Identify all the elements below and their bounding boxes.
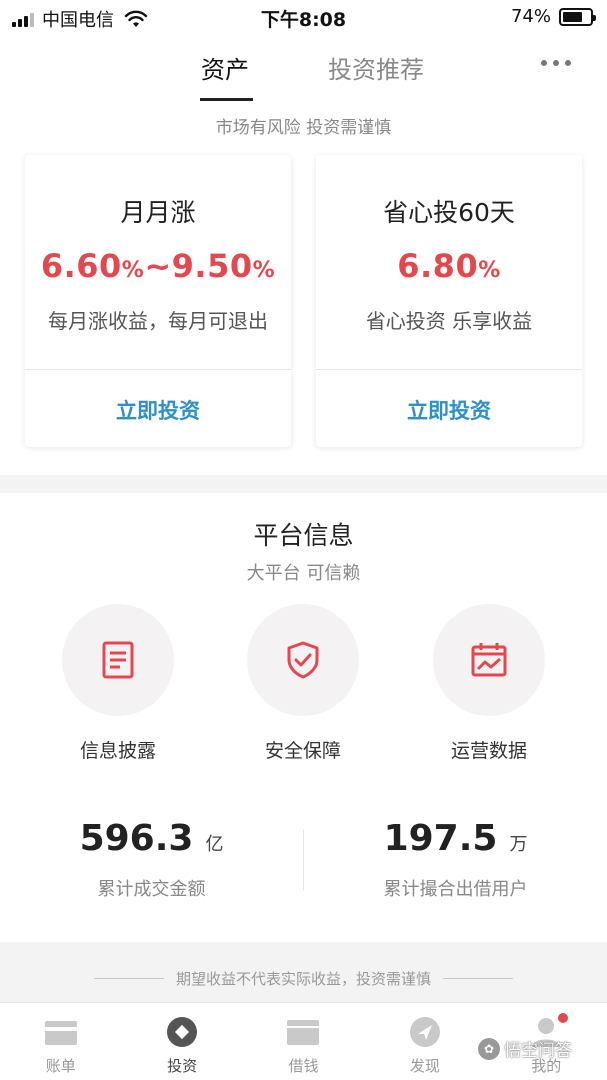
nav-label: 发现 [409, 1057, 440, 1075]
card-divider [316, 369, 582, 370]
calendar-chart-icon [471, 643, 507, 677]
product-title: 省心投60天 [383, 198, 515, 227]
stat-value: 596.3 [79, 818, 194, 859]
feature-circle[interactable] [433, 604, 545, 716]
product-rate: 6.60%~9.50% [25, 247, 291, 285]
platform-info-subtitle: 大平台 可信赖 [246, 563, 361, 584]
invest-now-button[interactable]: 立即投资 [316, 395, 582, 425]
rate-value-max: 9.50 [171, 247, 253, 285]
card-divider [25, 369, 291, 370]
disclaimer-line-right [443, 978, 513, 979]
product-card-shengxintou[interactable]: 省心投60天 6.80% 省心投资 乐享收益 立即投资 [316, 155, 582, 447]
notification-badge [557, 1013, 568, 1023]
watermark: ✿ 悟空问答 [478, 1036, 572, 1061]
feature-operation-data[interactable]: 运营数据 [433, 604, 545, 763]
rate-separator: ~ [144, 247, 172, 285]
status-bar: 中国电信 下午8:08 74% [0, 0, 607, 34]
nav-label: 账单 [45, 1057, 76, 1075]
section-separator [0, 475, 607, 493]
active-tab-underline [200, 98, 253, 101]
product-card-yueyuezhang[interactable]: 月月涨 6.60%~9.50% 每月涨收益，每月可退出 立即投资 [25, 155, 291, 447]
rate-value: 6.60 [40, 247, 122, 285]
rate-value: 6.80 [397, 247, 479, 285]
platform-info-title: 平台信息 [253, 521, 354, 550]
feature-label: 信息披露 [79, 740, 156, 762]
stat-label: 累计成交金额 [97, 879, 206, 900]
stat-value-row: 197.5 万 [304, 818, 607, 859]
tab-investment-recommendation[interactable]: 投资推荐 [328, 50, 424, 85]
disclaimer: 期望收益不代表实际收益，投资需谨慎 [0, 968, 607, 989]
document-icon [102, 641, 134, 679]
stat-unit: 万 [509, 834, 528, 855]
nav-label: 借钱 [288, 1057, 319, 1075]
more-icon[interactable] [541, 60, 571, 66]
shield-check-icon [287, 641, 319, 679]
product-description: 省心投资 乐享收益 [365, 309, 533, 333]
stat-unit: 亿 [205, 834, 224, 855]
watermark-text: 悟空问答 [504, 1041, 572, 1061]
disclaimer-text: 期望收益不代表实际收益，投资需谨慎 [175, 970, 431, 988]
product-title: 月月涨 [120, 198, 196, 227]
stat-label: 累计撮合出借用户 [383, 879, 528, 900]
invest-now-button[interactable]: 立即投资 [25, 395, 291, 425]
battery-fill [563, 11, 583, 22]
product-rate: 6.80% [316, 247, 582, 285]
wallet-icon [243, 1015, 364, 1049]
feature-circle[interactable] [247, 604, 359, 716]
tab-assets[interactable]: 资产 [201, 50, 249, 85]
product-description: 每月涨收益，每月可退出 [48, 309, 268, 333]
nav-label: 投资 [167, 1057, 198, 1075]
rate-percent-sign: % [252, 258, 276, 283]
nav-item-invest[interactable]: 投资 [121, 1003, 242, 1080]
disclaimer-line-left [93, 978, 164, 979]
nav-item-bill[interactable]: 账单 [0, 1003, 121, 1080]
feature-label: 运营数据 [450, 740, 527, 762]
stat-total-volume: 596.3 亿 累计成交金额 [0, 818, 303, 901]
feature-label: 安全保障 [264, 740, 341, 762]
stat-value-row: 596.3 亿 [0, 818, 303, 859]
bill-icon [0, 1015, 121, 1049]
feature-security[interactable]: 安全保障 [247, 604, 359, 763]
top-tabs: 资产 投资推荐 [0, 50, 607, 110]
compass-icon [364, 1015, 485, 1049]
feature-circle[interactable] [62, 604, 174, 716]
nav-item-borrow[interactable]: 借钱 [243, 1003, 364, 1080]
status-right: 74% [510, 6, 596, 27]
rate-percent-sign: % [478, 258, 501, 283]
watermark-logo-icon: ✿ [478, 1037, 500, 1060]
risk-notice: 市场有风险 投资需谨慎 [215, 118, 392, 138]
nav-item-discover[interactable]: 发现 [364, 1003, 485, 1080]
battery-icon [559, 7, 596, 26]
invest-icon [121, 1015, 242, 1049]
rate-percent-sign: % [121, 258, 145, 283]
stat-value: 197.5 [383, 818, 498, 859]
feature-info-disclosure[interactable]: 信息披露 [62, 604, 174, 763]
battery-percent: 74% [510, 6, 551, 27]
stat-total-lenders: 197.5 万 累计撮合出借用户 [304, 818, 607, 901]
